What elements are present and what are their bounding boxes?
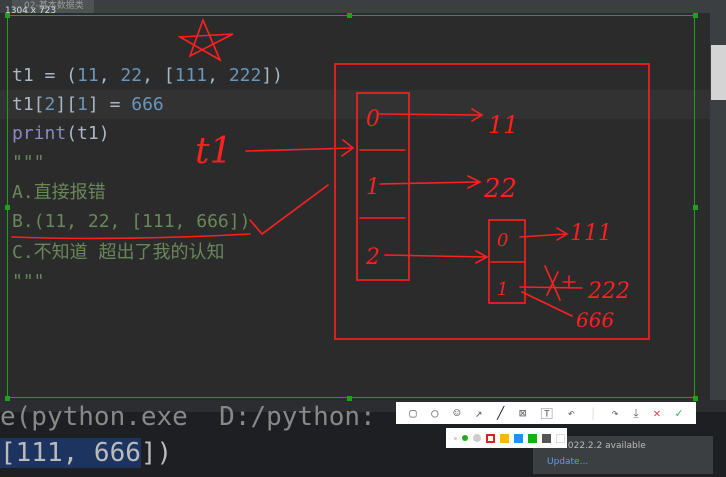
arrow-icon[interactable]: ↗ (475, 406, 482, 420)
resize-handle[interactable] (347, 13, 352, 18)
capture-selection[interactable] (7, 15, 695, 398)
color-white[interactable] (556, 433, 565, 443)
ellipse-icon[interactable]: ○ (431, 406, 438, 420)
resize-handle[interactable] (5, 205, 10, 210)
save-icon[interactable]: ⤓ (633, 406, 638, 421)
resize-handle[interactable] (693, 396, 698, 401)
divider: | (589, 406, 597, 420)
rectangle-icon[interactable]: ▢ (409, 406, 416, 420)
confirm-icon[interactable]: ✓ (675, 406, 682, 420)
share-icon[interactable]: ↷ (611, 406, 618, 420)
size-large[interactable] (473, 434, 481, 442)
mosaic-icon[interactable]: ☺ (453, 406, 460, 420)
size-medium[interactable] (462, 435, 468, 441)
color-green[interactable] (528, 433, 537, 443)
text-icon[interactable]: 🅃 (541, 405, 553, 422)
pen-icon[interactable]: ╱ (497, 406, 504, 420)
resize-handle[interactable] (347, 396, 352, 401)
resize-handle[interactable] (5, 396, 10, 401)
size-small[interactable] (454, 436, 457, 440)
capture-toolbar: ▢ ○ ☺ ↗ ╱ ⊠ 🅃 ↶ | ↷ ⤓ ✕ ✓ (396, 402, 696, 424)
resize-handle[interactable] (5, 13, 10, 18)
color-gray[interactable] (542, 433, 551, 443)
resize-handle[interactable] (693, 205, 698, 210)
cancel-icon[interactable]: ✕ (653, 406, 660, 420)
color-blue[interactable] (514, 433, 523, 443)
resize-handle[interactable] (693, 13, 698, 18)
undo-icon[interactable]: ↶ (568, 406, 575, 420)
color-red[interactable] (486, 433, 495, 443)
blur-icon[interactable]: ⊠ (519, 406, 526, 420)
color-yellow[interactable] (500, 433, 509, 443)
color-palette (446, 428, 567, 448)
